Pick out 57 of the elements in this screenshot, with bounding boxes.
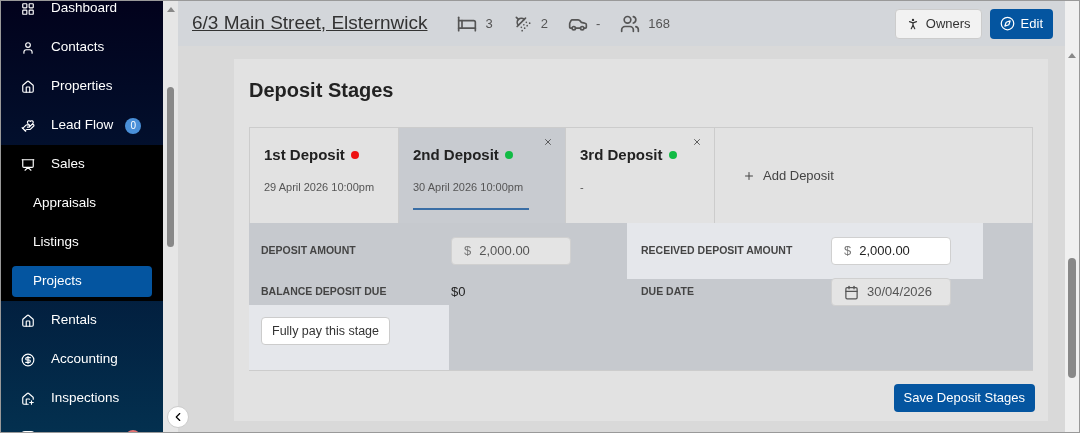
collapse-button[interactable] (167, 406, 189, 428)
stat-value: 3 (485, 14, 493, 33)
currency-prefix: $ (844, 242, 852, 261)
balance-value: $0 (451, 283, 466, 302)
property-title[interactable]: 6/3 Main Street, Elsternwick (192, 9, 428, 38)
house-icon (21, 79, 35, 94)
dollar-icon (21, 352, 35, 367)
tab-date: - (580, 179, 585, 195)
sidebar-item[interactable]: Dashboard (1, 1, 163, 28)
currency-prefix: $ (464, 242, 472, 261)
deposit-tab[interactable]: 2nd Deposit 30 April 2026 10:00pm (399, 128, 566, 223)
sidebar-item[interactable]: Rentals (1, 301, 163, 340)
close-icon[interactable] (692, 137, 702, 147)
scrollbar-thumb[interactable] (167, 87, 174, 247)
people-icon (620, 13, 641, 34)
sidebar-item[interactable]: Inspections (1, 379, 163, 418)
sidebar-subitem[interactable]: Appraisals (12, 188, 152, 219)
board-icon (21, 157, 35, 172)
field-label: BALANCE DEPOSIT DUE (261, 284, 388, 300)
tab-date: 30 April 2026 10:00pm (413, 179, 525, 195)
field-label: DUE DATE (641, 284, 695, 300)
field-value: 2,000.00 (859, 242, 910, 261)
sidebar-item[interactable]: Contacts (1, 28, 163, 67)
stat-value: 2 (540, 14, 548, 33)
owners-button[interactable]: Owners (894, 8, 982, 39)
field-value: 30/04/2026 (867, 283, 933, 302)
sidebar-item[interactable]: Accounting (1, 340, 163, 379)
sidebar-item[interactable]: Lead Flow 0 (1, 106, 163, 145)
plus-icon (743, 169, 755, 182)
sidebar-item[interactable]: Properties (1, 67, 163, 106)
house-icon (21, 391, 35, 406)
edit-button[interactable]: Edit (989, 8, 1053, 39)
field-label: DEPOSIT AMOUNT (261, 243, 357, 259)
add-deposit-link[interactable]: Add Deposit (743, 128, 834, 223)
scrollbar-thumb[interactable] (1068, 258, 1076, 378)
save-button[interactable]: Save Deposit Stages (893, 384, 1035, 412)
section-title: Deposit Stages (249, 78, 395, 103)
stat-value: 168 (648, 14, 670, 33)
grid-icon (21, 1, 35, 16)
sidebar-subitem[interactable]: Listings (12, 227, 152, 258)
calendar-icon (844, 284, 859, 300)
tab-title: 3rd Deposit (580, 145, 663, 165)
close-icon[interactable] (543, 137, 553, 147)
sidebar-subitem[interactable]: Projects (12, 266, 152, 297)
field-value: 2,000.00 (479, 242, 530, 261)
stat-value: - (595, 14, 601, 33)
count-badge: 0 (125, 117, 142, 134)
compass-icon (999, 16, 1015, 31)
tab-title: 2nd Deposit (413, 145, 499, 165)
tab-date: 29 April 2026 10:00pm (264, 179, 376, 195)
house-icon (21, 313, 35, 328)
hand-icon (21, 118, 35, 133)
tab-title: 1st Deposit (264, 145, 345, 165)
input-field[interactable]: $ 2,000.00 (831, 237, 951, 265)
fully-pay-button[interactable]: Fully pay this stage (261, 317, 390, 345)
field-label: RECEIVED DEPOSIT AMOUNT (641, 243, 794, 259)
user-icon (21, 40, 35, 55)
